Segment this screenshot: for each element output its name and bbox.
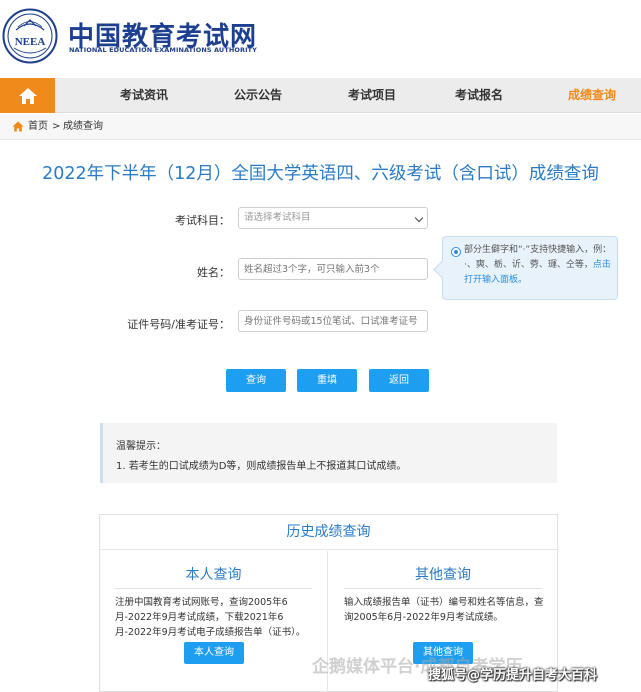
self-query-description: 注册中国教育考试网账号，查询2005年6月-2022年9月考试成绩，下载2021… [115,597,306,638]
name-input[interactable] [238,258,428,280]
other-query-description: 输入成绩报告单（证书）编号和姓名等信息，查询2005年6月-2022年9月考试成… [344,597,544,623]
self-query-button[interactable]: 本人查询 [184,642,244,664]
author-watermark: 搜狐号@学历提升自考大百科 [428,668,598,683]
site-logo-subtitle: NATIONAL EDUCATION EXAMINATIONS AUTHORIT… [69,46,257,54]
id-number-label: 证件号码/准考证号： [127,318,230,331]
query-button[interactable]: 查询 [226,369,286,392]
rare-character-tip: 部分生僻字和“·”支持快捷输入，例：·、奭、栃、䜣、䓖、璭、仝等，点击打开输入面… [442,236,618,300]
breadcrumb-home-link[interactable]: 首页 [28,114,48,140]
site-header: NEEA 中国教育考试网 NATIONAL EDUCATION EXAMINAT… [0,0,641,78]
nav-item-score-query[interactable]: 成绩查询 [556,78,628,113]
nav-item-exam-news[interactable]: 考试资讯 [108,78,180,113]
self-query-title: 本人查询 [185,567,242,583]
subject-label: 考试科目： [175,214,230,227]
divider [344,588,542,589]
subject-select-value: 请选择考试科目 [244,212,311,223]
radio-icon [451,247,461,257]
reset-button[interactable]: 重填 [297,369,357,392]
emblem-text: NEEA [15,36,46,48]
nav-item-exam-projects[interactable]: 考试项目 [336,78,408,113]
notice-item: 1. 若考生的口试成绩为D等，则成绩报告单上不报道其口试成绩。 [116,461,407,472]
home-icon [18,87,37,104]
nav-home-button[interactable] [0,78,55,113]
other-query-title: 其他查询 [415,567,471,583]
nav-item-exam-registration[interactable]: 考试报名 [443,78,515,113]
notice-title: 温馨提示： [116,441,166,452]
breadcrumb-home-icon [12,121,24,132]
divider [115,588,312,589]
notice-box: 温馨提示： 1. 若考生的口试成绩为D等，则成绩报告单上不报道其口试成绩。 [100,423,557,483]
tip-text: 部分生僻字和“·”支持快捷输入，例：·、奭、栃、䜣、䓖、璭、仝等， [464,245,607,270]
history-title: 历史成绩查询 [100,515,557,550]
breadcrumb: 首页 > 成绩查询 [0,114,641,140]
page-title: 2022年下半年（12月）全国大学英语四、六级考试（含口试）成绩查询 [42,164,599,184]
subject-select[interactable]: 请选择考试科目 [238,207,428,229]
name-label: 姓名： [197,266,230,279]
chevron-down-icon [414,213,424,223]
id-number-input[interactable] [238,310,428,332]
breadcrumb-current: 成绩查询 [63,121,103,132]
breadcrumb-separator: > [52,121,61,132]
nav-item-announcements[interactable]: 公示公告 [222,78,294,113]
main-nav: 考试资讯 公示公告 考试项目 考试报名 成绩查询 [0,78,641,113]
neea-emblem-icon[interactable]: NEEA [2,8,58,64]
self-query-section: 本人查询 注册中国教育考试网账号，查询2005年6月-2022年9月考试成绩，下… [100,551,328,692]
back-button[interactable]: 返回 [369,369,429,392]
